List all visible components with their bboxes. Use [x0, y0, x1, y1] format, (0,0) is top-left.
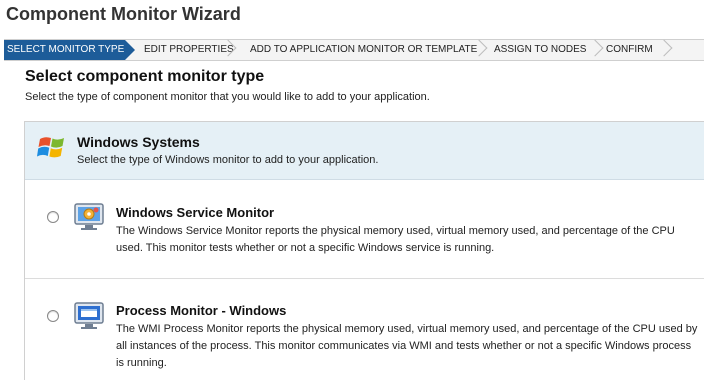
monitor-title: Process Monitor - Windows — [116, 303, 287, 318]
monitor-description: The WMI Process Monitor reports the phys… — [116, 323, 698, 369]
step-separator-icon — [655, 39, 673, 57]
monitor-option-windows-service[interactable]: Windows Service Monitor The Windows Serv… — [25, 180, 704, 278]
step-separator-icon — [586, 39, 604, 57]
process-monitor-icon — [74, 302, 104, 329]
monitor-description: The Windows Service Monitor reports the … — [116, 225, 675, 254]
monitor-radio[interactable] — [47, 211, 59, 223]
windows-logo-icon — [37, 137, 64, 158]
section-title: Select component monitor type — [25, 68, 265, 85]
group-description: Select the type of Windows monitor to ad… — [77, 154, 379, 166]
monitor-title: Windows Service Monitor — [116, 205, 275, 220]
step-select-monitor-type[interactable]: SELECT MONITOR TYPE — [4, 40, 135, 60]
step-edit-properties[interactable]: EDIT PROPERTIES — [144, 40, 234, 60]
section-subtitle: Select the type of component monitor tha… — [25, 91, 430, 103]
step-confirm[interactable]: CONFIRM — [606, 40, 653, 60]
group-header: Windows Systems Select the type of Windo… — [25, 122, 704, 180]
monitor-radio[interactable] — [47, 310, 59, 322]
monitor-group-windows: Windows Systems Select the type of Windo… — [24, 121, 704, 380]
group-title: Windows Systems — [77, 134, 200, 150]
monitor-option-process[interactable]: Process Monitor - Windows The WMI Proces… — [25, 279, 704, 380]
wizard-steps-bar: SELECT MONITOR TYPE EDIT PROPERTIES ADD … — [4, 39, 704, 61]
step-add-to-application[interactable]: ADD TO APPLICATION MONITOR OR TEMPLATE — [250, 40, 477, 60]
service-monitor-icon — [74, 203, 104, 230]
step-assign-to-nodes[interactable]: ASSIGN TO NODES — [494, 40, 586, 60]
wizard-title: Component Monitor Wizard — [6, 4, 241, 24]
